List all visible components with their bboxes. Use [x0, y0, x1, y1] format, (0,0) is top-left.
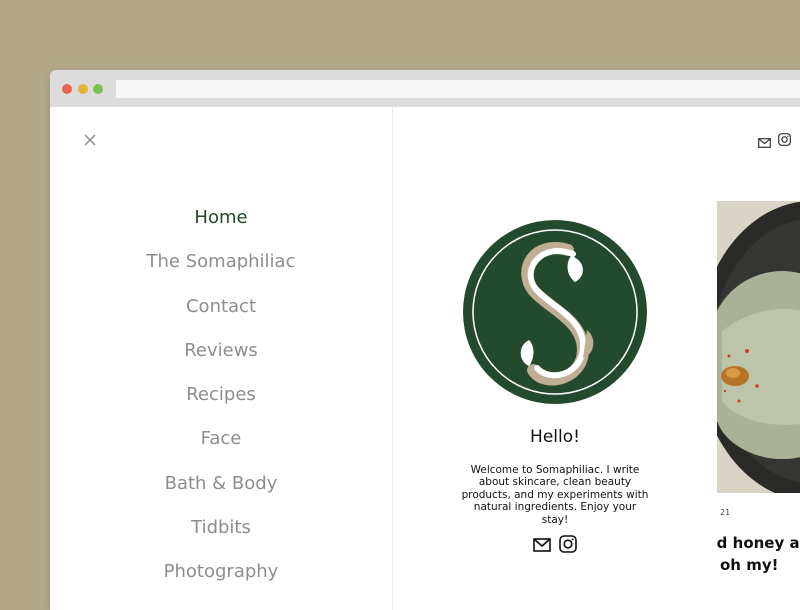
minimize-window-button[interactable]	[78, 84, 88, 94]
instagram-icon[interactable]	[778, 131, 791, 150]
nav-item-the-somaphiliac[interactable]: The Somaphiliac	[50, 247, 392, 291]
content-panel: 21 nd honey an oh my!	[717, 107, 800, 610]
nav-item-home[interactable]: Home	[50, 203, 392, 247]
post-date: 21	[720, 508, 731, 517]
navigation-panel: Home The Somaphiliac Contact Reviews Rec…	[50, 107, 393, 610]
greeting-heading: Hello!	[530, 427, 580, 447]
post-title[interactable]: nd honey an oh my!	[717, 532, 800, 576]
social-links	[533, 535, 583, 557]
browser-window: Home The Somaphiliac Contact Reviews Rec…	[50, 70, 800, 610]
nav-menu: Home The Somaphiliac Contact Reviews Rec…	[50, 203, 392, 602]
nav-item-contact[interactable]: Contact	[50, 292, 392, 336]
address-bar[interactable]	[116, 80, 800, 98]
instagram-icon[interactable]	[559, 535, 577, 557]
email-icon[interactable]	[758, 133, 771, 152]
close-icon[interactable]	[82, 132, 98, 148]
nav-item-recipes[interactable]: Recipes	[50, 380, 392, 424]
bio-text: Welcome to Somaphiliac. I write about sk…	[461, 464, 649, 526]
email-icon[interactable]	[533, 537, 551, 556]
somaphiliac-logo[interactable]	[463, 220, 647, 404]
nav-item-reviews[interactable]: Reviews	[50, 336, 392, 380]
nav-item-bath-body[interactable]: Bath & Body	[50, 469, 392, 513]
nav-item-photography[interactable]: Photography	[50, 557, 392, 601]
header-social-links	[758, 131, 798, 150]
profile-panel: Hello! Welcome to Somaphiliac. I write a…	[393, 107, 717, 610]
browser-titlebar	[50, 70, 800, 107]
nav-item-tidbits[interactable]: Tidbits	[50, 513, 392, 557]
post-title-line-1: nd honey an	[717, 534, 800, 552]
maximize-window-button[interactable]	[93, 84, 103, 94]
post-title-line-2: oh my!	[720, 556, 779, 574]
nav-item-face[interactable]: Face	[50, 424, 392, 468]
close-window-button[interactable]	[62, 84, 72, 94]
post-featured-image[interactable]	[717, 201, 800, 493]
